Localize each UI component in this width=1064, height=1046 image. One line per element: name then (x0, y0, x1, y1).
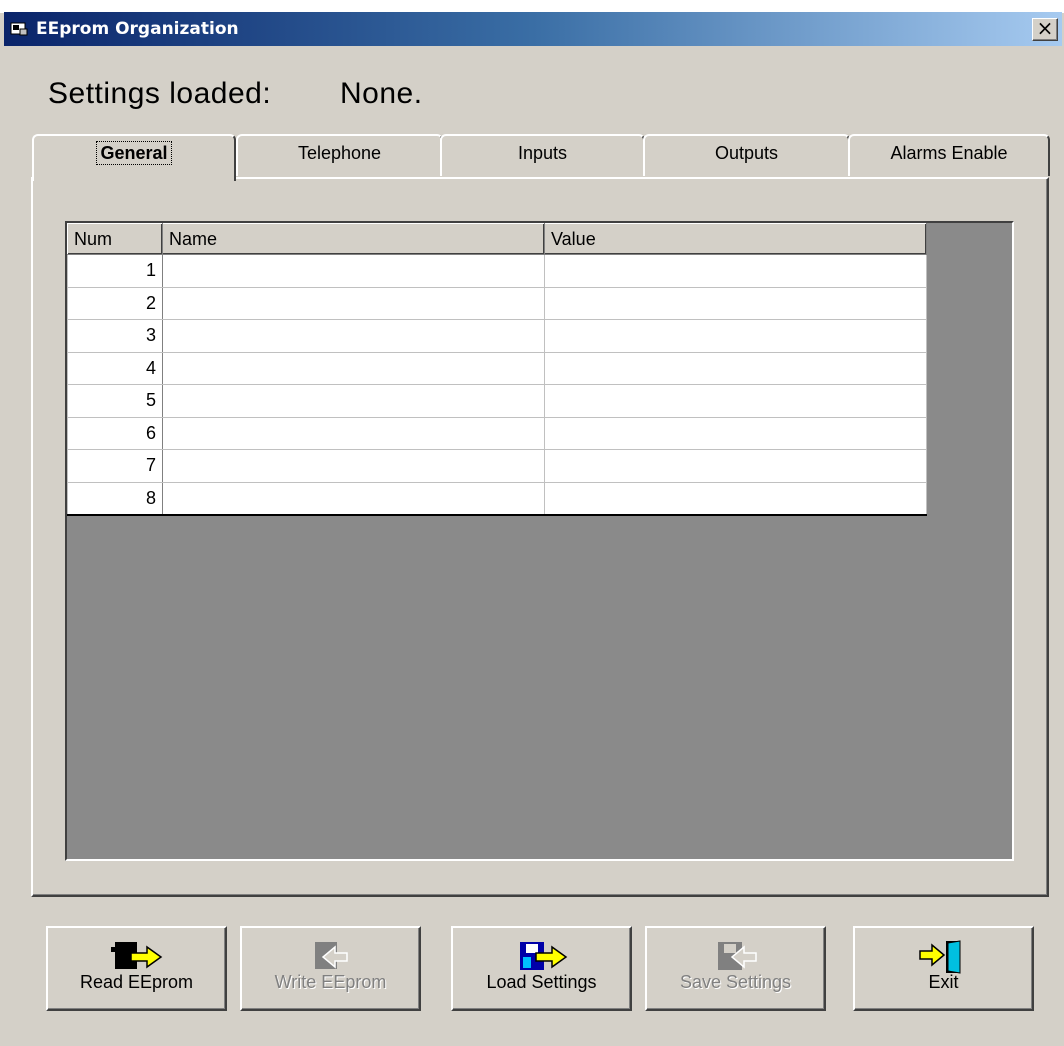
cell-name[interactable] (162, 351, 545, 385)
load-settings-icon (519, 942, 567, 970)
tab-label: General (96, 141, 172, 165)
column-header-name[interactable]: Name (162, 223, 545, 255)
column-header-num[interactable]: Num (67, 223, 163, 255)
cell-value[interactable] (544, 319, 927, 353)
write-eeprom-button[interactable]: Write EEprom (240, 926, 421, 1011)
tab-label: Telephone (297, 143, 382, 163)
cell-value[interactable] (544, 481, 927, 516)
tab-outputs[interactable]: Outputs (643, 134, 850, 176)
app-icon (10, 22, 28, 36)
table-row[interactable]: 1 (67, 254, 927, 288)
cell-value[interactable] (544, 416, 927, 450)
tab-label: Outputs (714, 143, 779, 163)
read-eeprom-button[interactable]: Read EEprom (46, 926, 227, 1011)
button-label: Save Settings (679, 972, 792, 992)
table-row[interactable]: 2 (67, 286, 927, 320)
tab-label: Inputs (517, 143, 568, 163)
close-button[interactable]: × (1032, 18, 1058, 41)
save-settings-icon (717, 942, 757, 970)
cell-num: 6 (67, 416, 163, 450)
cell-num: 5 (67, 384, 163, 418)
load-settings-button[interactable]: Load Settings (451, 926, 632, 1011)
title-bar[interactable]: EEprom Organization × (4, 12, 1062, 46)
cell-num: 3 (67, 319, 163, 353)
cell-num: 8 (67, 481, 163, 516)
read-eeprom-icon (110, 942, 162, 969)
cell-name[interactable] (162, 481, 545, 516)
settings-loaded-label: Settings loaded: (48, 77, 272, 110)
cell-value[interactable] (544, 384, 927, 418)
cell-value[interactable] (544, 254, 927, 288)
cell-name[interactable] (162, 449, 545, 483)
cell-name[interactable] (162, 254, 545, 288)
cell-num: 7 (67, 449, 163, 483)
cell-value[interactable] (544, 286, 927, 320)
save-settings-button[interactable]: Save Settings (645, 926, 826, 1011)
tab-alarms-enable[interactable]: Alarms Enable (848, 134, 1050, 176)
grid-header-row: Num Name Value (67, 223, 927, 255)
cell-value[interactable] (544, 449, 927, 483)
exit-door-icon (918, 940, 960, 974)
tab-telephone[interactable]: Telephone (236, 134, 443, 176)
exit-button[interactable]: Exit (853, 926, 1034, 1011)
cell-num: 2 (67, 286, 163, 320)
write-eeprom-icon (314, 942, 348, 969)
table-row[interactable]: 4 (67, 351, 927, 385)
button-label: Exit (928, 972, 959, 992)
table-row[interactable]: 5 (67, 384, 927, 418)
cell-name[interactable] (162, 286, 545, 320)
tab-inputs[interactable]: Inputs (440, 134, 645, 176)
button-label: Write EEprom (274, 972, 387, 992)
table-row[interactable]: 8 (67, 481, 927, 516)
cell-value[interactable] (544, 351, 927, 385)
button-label: Load Settings (486, 972, 597, 992)
cell-num: 4 (67, 351, 163, 385)
cell-name[interactable] (162, 416, 545, 450)
table-row[interactable]: 7 (67, 449, 927, 483)
window-title: EEprom Organization (36, 19, 239, 39)
tab-general[interactable]: General (32, 134, 236, 181)
table-row[interactable]: 6 (67, 416, 927, 450)
cell-num: 1 (67, 254, 163, 288)
column-header-value[interactable]: Value (544, 223, 927, 255)
cell-name[interactable] (162, 319, 545, 353)
cell-name[interactable] (162, 384, 545, 418)
settings-grid[interactable]: Num Name Value 1 2 3 4 5 6 7 8 (67, 223, 927, 516)
tab-label: Alarms Enable (890, 143, 1008, 163)
table-row[interactable]: 3 (67, 319, 927, 353)
button-label: Read EEprom (79, 972, 194, 992)
settings-loaded-value: None. (340, 77, 423, 110)
